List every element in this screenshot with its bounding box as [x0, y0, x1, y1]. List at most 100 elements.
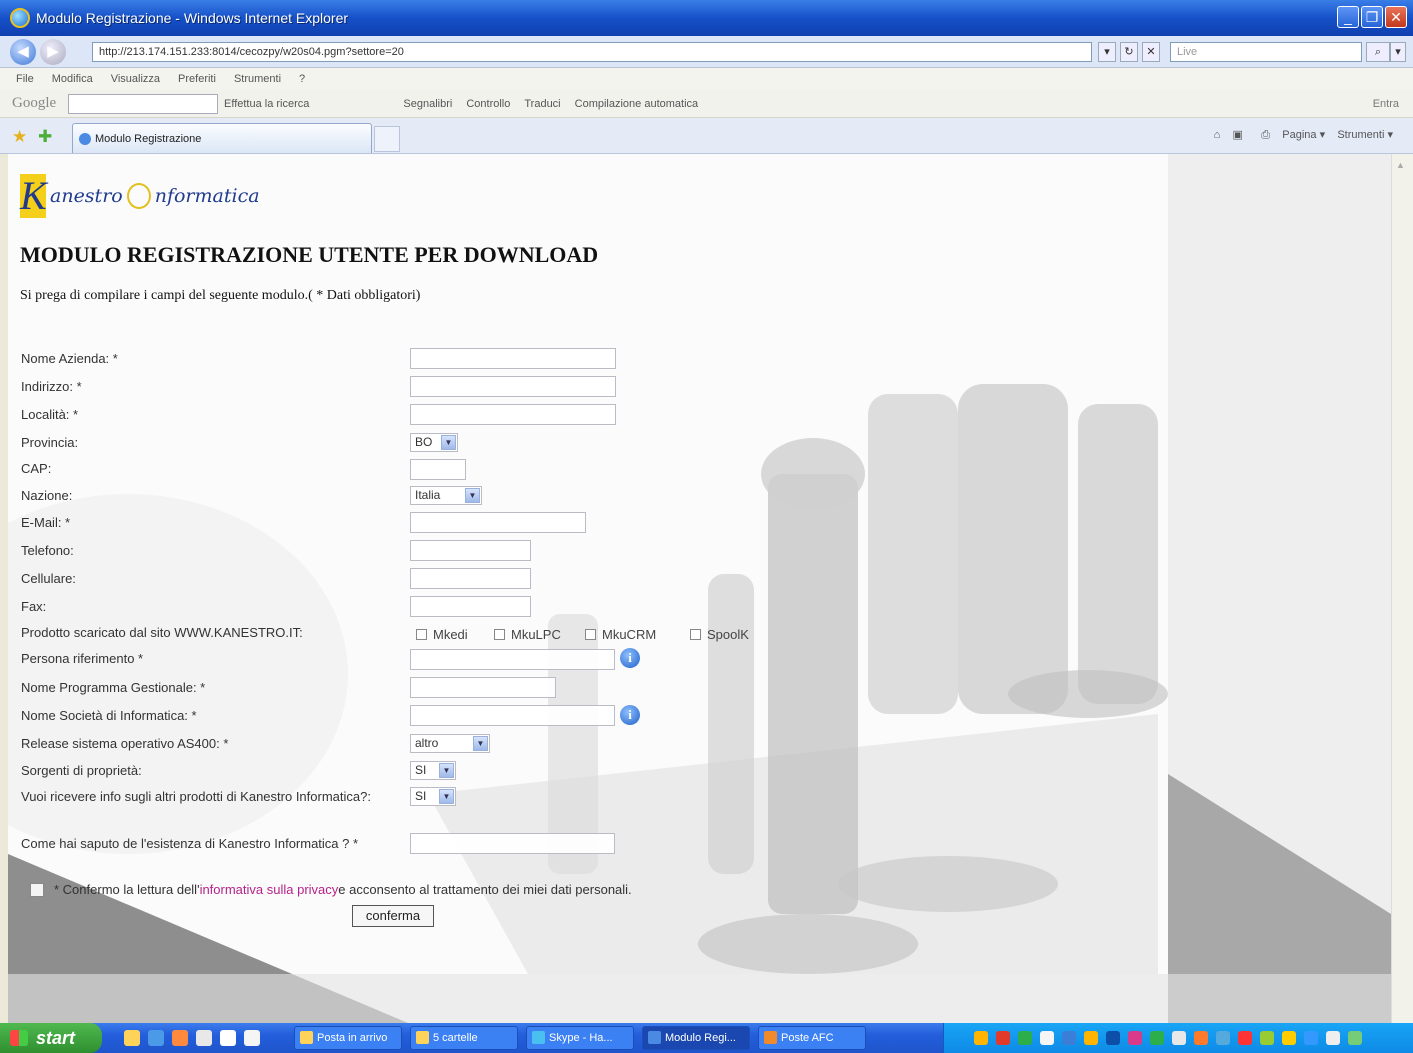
search-icon[interactable]: ⌕ — [1366, 42, 1390, 62]
cap-input[interactable] — [410, 459, 466, 480]
societa-informatica-input[interactable] — [410, 705, 615, 726]
menu-help[interactable]: ? — [299, 73, 305, 85]
quicklaunch-icon[interactable] — [124, 1030, 140, 1046]
tray-icon[interactable] — [1326, 1031, 1340, 1045]
maximize-button[interactable]: ❐ — [1361, 6, 1383, 28]
new-tab-button[interactable] — [374, 126, 400, 152]
add-favorites-icon[interactable]: ✚ — [38, 127, 52, 147]
favorites-star-icon[interactable]: ★ — [12, 127, 27, 147]
quicklaunch-icon[interactable] — [196, 1030, 212, 1046]
intro-text: Si prega di compilare i campi del seguen… — [20, 288, 421, 303]
refresh-icon[interactable]: ↻ — [1120, 42, 1138, 62]
info-icon[interactable]: i — [620, 648, 640, 668]
home-icon[interactable]: ⌂ — [1214, 129, 1221, 141]
tray-icon[interactable] — [1018, 1031, 1032, 1045]
task-modulo-registrazione[interactable]: Modulo Regi... — [642, 1026, 750, 1050]
quicklaunch-icon[interactable] — [244, 1030, 260, 1046]
tray-icon[interactable] — [1062, 1031, 1076, 1045]
tray-icon[interactable] — [1084, 1031, 1098, 1045]
tray-icon[interactable] — [1150, 1031, 1164, 1045]
tab-modulo-registrazione[interactable]: Modulo Registrazione — [72, 123, 372, 153]
menu-modifica[interactable]: Modifica — [52, 73, 93, 85]
ricevere-info-select[interactable]: SI ▼ — [410, 787, 456, 806]
email-input[interactable] — [410, 512, 586, 533]
tray-icon[interactable] — [1260, 1031, 1274, 1045]
tray-icon[interactable] — [996, 1031, 1010, 1045]
page-menu[interactable]: Pagina — [1282, 129, 1316, 141]
tray-icon[interactable] — [974, 1031, 988, 1045]
quicklaunch-icon[interactable] — [172, 1030, 188, 1046]
quicklaunch-icon[interactable] — [220, 1030, 236, 1046]
tray-icon[interactable] — [1304, 1031, 1318, 1045]
quicklaunch-icon[interactable] — [148, 1030, 164, 1046]
google-search-button[interactable]: Effettua la ricerca — [224, 98, 309, 110]
menu-preferiti[interactable]: Preferiti — [178, 73, 216, 85]
google-check-button[interactable]: Controllo — [466, 98, 510, 110]
checkbox-mkucrm[interactable]: MkuCRM — [585, 627, 656, 642]
task-skype[interactable]: Skype - Ha... — [526, 1026, 634, 1050]
minimize-button[interactable]: _ — [1337, 6, 1359, 28]
tray-icon[interactable] — [1194, 1031, 1208, 1045]
google-signin-button[interactable]: Entra — [1373, 98, 1399, 110]
feeds-icon[interactable]: ▣ — [1232, 129, 1242, 141]
indirizzo-input[interactable] — [410, 376, 616, 397]
provincia-select[interactable]: BO ▼ — [410, 433, 458, 452]
google-bookmarks-button[interactable]: Segnalibri — [403, 98, 452, 110]
localita-input[interactable] — [410, 404, 616, 425]
info-icon[interactable]: i — [620, 705, 640, 725]
search-input[interactable]: Live — [1170, 42, 1362, 62]
tray-icon[interactable] — [1172, 1031, 1186, 1045]
sorgenti-select[interactable]: SI ▼ — [410, 761, 456, 780]
tray-icon[interactable] — [1348, 1031, 1362, 1045]
task-posta[interactable]: Posta in arrivo — [294, 1026, 402, 1050]
come-hai-saputo-input[interactable] — [410, 833, 615, 854]
url-field[interactable]: http://213.174.151.233:8014/cecozpy/w20s… — [92, 42, 1092, 62]
google-autofill-button[interactable]: Compilazione automatica — [575, 98, 699, 110]
fax-input[interactable] — [410, 596, 531, 617]
nome-azienda-input[interactable] — [410, 348, 616, 369]
menu-visualizza[interactable]: Visualizza — [111, 73, 160, 85]
conferma-button[interactable]: conferma — [352, 905, 434, 927]
chevron-down-icon[interactable]: ▼ — [441, 435, 456, 450]
tray-icon[interactable] — [1040, 1031, 1054, 1045]
search-options-button[interactable]: ▾ — [1390, 42, 1406, 62]
privacy-checkbox[interactable] — [30, 882, 44, 897]
tools-menu[interactable]: Strumenti — [1337, 129, 1384, 141]
chevron-down-icon[interactable]: ▼ — [439, 789, 454, 804]
url-dropdown-button[interactable]: ▾ — [1098, 42, 1116, 62]
chevron-down-icon[interactable]: ▼ — [439, 763, 454, 778]
tray-icon[interactable] — [1106, 1031, 1120, 1045]
scroll-up-icon[interactable]: ▲ — [1396, 160, 1405, 170]
release-select[interactable]: altro ▼ — [410, 734, 490, 753]
checkbox-spoolk[interactable]: SpoolK — [690, 627, 749, 642]
telefono-input[interactable] — [410, 540, 531, 561]
forward-button[interactable]: ▶ — [40, 39, 66, 65]
task-poste[interactable]: Poste AFC — [758, 1026, 866, 1050]
google-translate-button[interactable]: Traduci — [524, 98, 560, 110]
menu-file[interactable]: File — [16, 73, 34, 85]
chevron-down-icon[interactable]: ▼ — [465, 488, 480, 503]
tray-icon[interactable] — [1216, 1031, 1230, 1045]
task-cartelle[interactable]: 5 cartelle — [410, 1026, 518, 1050]
nazione-select[interactable]: Italia ▼ — [410, 486, 482, 505]
checkbox-mkedi[interactable]: Mkedi — [416, 627, 468, 642]
persona-riferimento-input[interactable] — [410, 649, 615, 670]
close-button[interactable]: ✕ — [1385, 6, 1407, 28]
print-icon[interactable]: ⎙ — [1261, 129, 1270, 141]
vertical-scrollbar[interactable]: ▲ — [1391, 154, 1413, 1023]
google-search-input[interactable] — [68, 93, 218, 114]
chevron-down-icon[interactable]: ▼ — [473, 736, 488, 751]
page-content: K anestro nformatica MODULO REGISTRAZION… — [8, 154, 1391, 1023]
tray-icon[interactable] — [1128, 1031, 1142, 1045]
tray-icon[interactable] — [1238, 1031, 1252, 1045]
start-button[interactable]: start — [0, 1023, 102, 1053]
programma-gestionale-input[interactable] — [410, 677, 556, 698]
privacy-link[interactable]: informativa sulla privacy — [200, 882, 339, 897]
checkbox-mkulpc[interactable]: MkuLPC — [494, 627, 561, 642]
cellulare-input[interactable] — [410, 568, 531, 589]
tray-icon[interactable] — [1282, 1031, 1296, 1045]
menu-strumenti[interactable]: Strumenti — [234, 73, 281, 85]
logo-text-1: anestro — [50, 185, 123, 207]
back-button[interactable]: ◀ — [10, 39, 36, 65]
stop-icon[interactable]: ✕ — [1142, 42, 1160, 62]
